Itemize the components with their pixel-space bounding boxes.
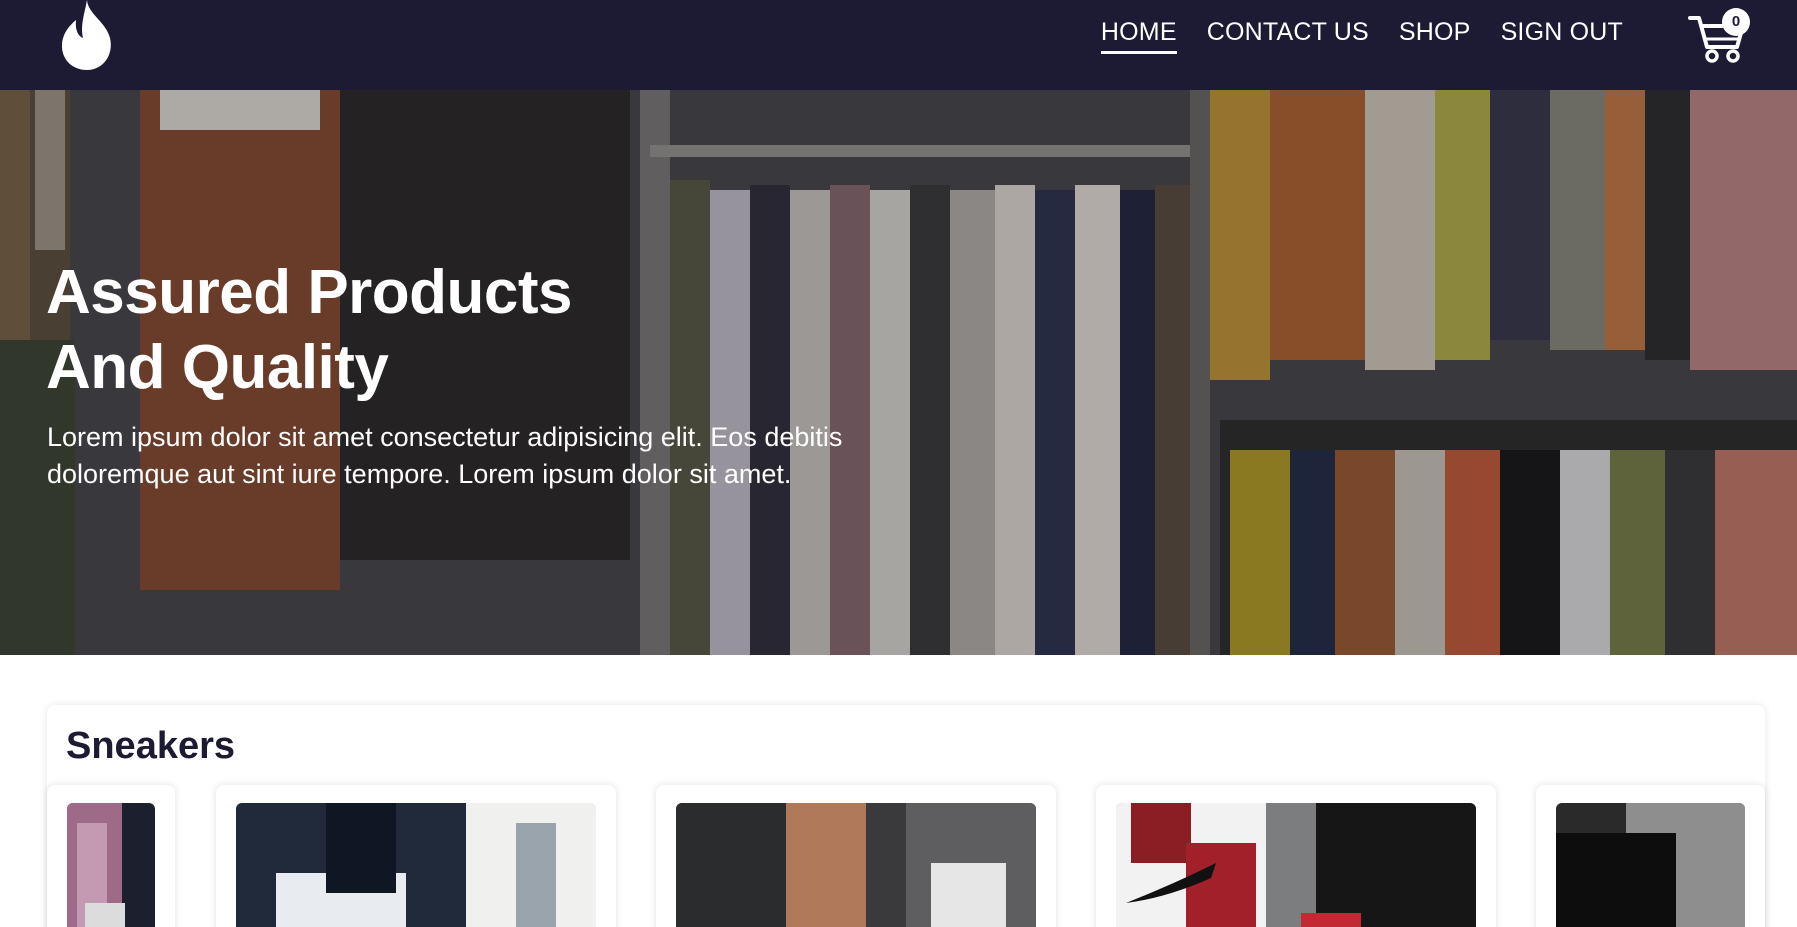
section-title: Sneakers — [66, 725, 236, 767]
product-card[interactable] — [47, 785, 175, 927]
cart-button[interactable]: 0 — [1688, 8, 1750, 64]
main-nav: HOME CONTACT US SHOP SIGN OUT — [1100, 0, 1623, 72]
nav-shop-link[interactable]: SHOP — [1399, 18, 1471, 54]
product-image — [1116, 803, 1476, 927]
flame-icon[interactable] — [58, 0, 116, 72]
hero-banner: Assured Products And Quality Lorem ipsum… — [0, 90, 1797, 655]
nav-signout-link[interactable]: SIGN OUT — [1501, 18, 1623, 54]
product-image — [1556, 803, 1745, 927]
cart-count-badge: 0 — [1722, 8, 1750, 36]
nav-contact-link[interactable]: CONTACT US — [1207, 18, 1369, 54]
hero-description: Lorem ipsum dolor sit amet consectetur a… — [47, 422, 843, 489]
product-image — [236, 803, 596, 927]
navbar: HOME CONTACT US SHOP SIGN OUT 0 — [0, 0, 1797, 90]
product-card[interactable] — [1096, 785, 1496, 927]
product-card[interactable] — [1536, 785, 1765, 927]
product-image — [676, 803, 1036, 927]
nav-home-link[interactable]: HOME — [1100, 18, 1177, 54]
hero-title: Assured Products And Quality — [46, 258, 573, 402]
product-card[interactable] — [656, 785, 1056, 927]
product-card[interactable] — [216, 785, 616, 927]
product-image — [67, 803, 155, 927]
